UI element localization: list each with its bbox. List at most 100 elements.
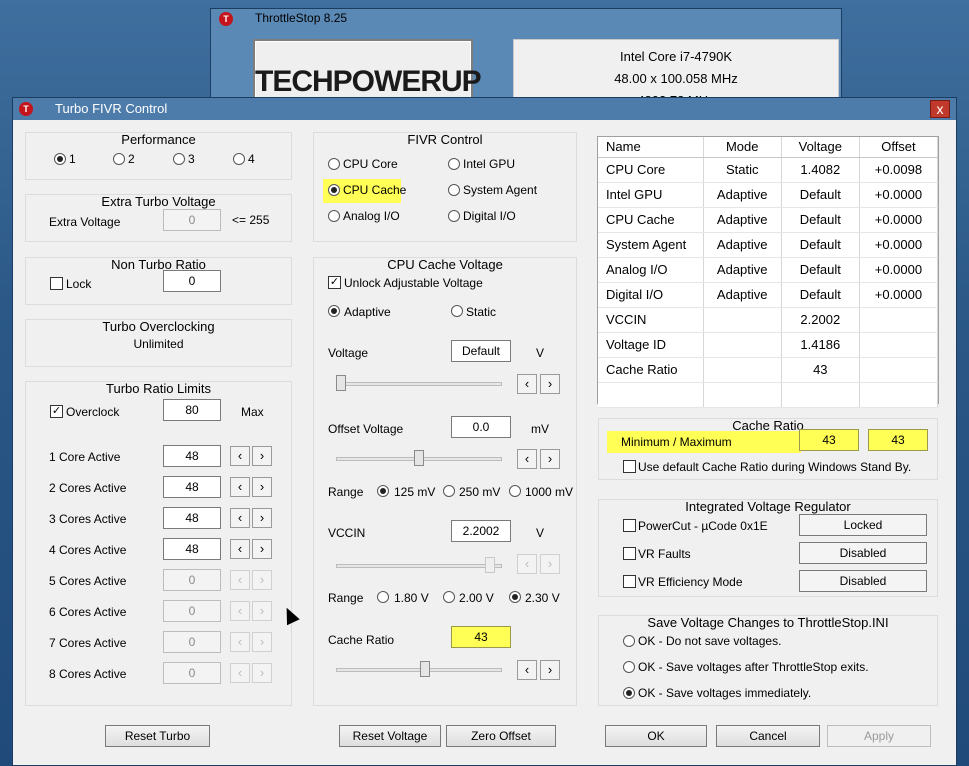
vccin-200-radio[interactable] (443, 591, 455, 603)
cache-ratio-slider-track[interactable] (336, 668, 502, 672)
voltage-decrease-button[interactable]: ‹ (517, 374, 537, 394)
core-ratio-field[interactable]: 0 (163, 631, 221, 653)
non-turbo-ratio-field[interactable]: 0 (163, 270, 221, 292)
save-voltage-title: Save Voltage Changes to ThrottleStop.INI (647, 615, 889, 630)
table-cell: CPU Cache (598, 207, 704, 233)
performance-radio-1[interactable] (54, 153, 66, 165)
core-ratio-field[interactable]: 0 (163, 600, 221, 622)
zero-offset-button[interactable]: Zero Offset (446, 725, 556, 747)
core-ratio-field[interactable]: 48 (163, 445, 221, 467)
core-ratio-increase-button[interactable]: › (252, 539, 272, 559)
core-ratio-increase-button[interactable]: › (252, 601, 272, 621)
range-250mv-radio[interactable] (443, 485, 455, 497)
cache-ratio-field[interactable]: 43 (451, 626, 511, 648)
performance-radio-3[interactable] (173, 153, 185, 165)
fivr-radio-system-agent[interactable] (448, 184, 460, 196)
table-row[interactable]: System Agent Adaptive Default +0.0000 (598, 232, 939, 258)
vr-faults-checkbox[interactable] (623, 547, 636, 560)
core-ratio-decrease-button[interactable]: ‹ (230, 508, 250, 528)
offset-slider-thumb[interactable] (414, 450, 424, 466)
extra-voltage-field[interactable]: 0 (163, 209, 221, 231)
vccin-slider-thumb[interactable] (485, 557, 495, 573)
table-row[interactable]: Digital I/O Adaptive Default +0.0000 (598, 282, 939, 308)
voltage-slider-track[interactable] (336, 382, 502, 386)
core-ratio-decrease-button[interactable]: ‹ (230, 477, 250, 497)
overclock-checkbox[interactable]: ✓ (50, 405, 63, 418)
offset-increase-button[interactable]: › (540, 449, 560, 469)
vccin-230-radio[interactable] (509, 591, 521, 603)
standby-checkbox[interactable] (623, 460, 636, 473)
save-immediately-radio[interactable] (623, 687, 635, 699)
table-row[interactable]: CPU Core Static 1.4082 +0.0098 (598, 157, 939, 183)
vccin-field[interactable]: 2.2002 (451, 520, 511, 542)
unlock-voltage-checkbox[interactable]: ✓ (328, 276, 341, 289)
dialog-titlebar[interactable]: T Turbo FIVR Control x (13, 98, 956, 120)
table-row[interactable]: VCCIN 2.2002 (598, 307, 939, 333)
ok-button[interactable]: OK (605, 725, 707, 747)
adaptive-radio[interactable] (328, 305, 340, 317)
fivr-radio-cpu-core[interactable] (328, 158, 340, 170)
table-row[interactable]: Intel GPU Adaptive Default +0.0000 (598, 182, 939, 208)
voltage-slider-thumb[interactable] (336, 375, 346, 391)
core-ratio-field[interactable]: 48 (163, 538, 221, 560)
fivr-radio-cpu-cache[interactable] (328, 184, 340, 196)
vccin-slider-track[interactable] (336, 564, 502, 568)
cache-ratio-max-field[interactable]: 43 (868, 429, 928, 451)
cache-ratio-decrease-button[interactable]: ‹ (517, 660, 537, 680)
column-header[interactable]: Name (598, 137, 704, 158)
reset-turbo-button[interactable]: Reset Turbo (105, 725, 210, 747)
vccin-decrease-button[interactable]: ‹ (517, 554, 537, 574)
max-ratio-field[interactable]: 80 (163, 399, 221, 421)
core-ratio-increase-button[interactable]: › (252, 446, 272, 466)
static-radio[interactable] (451, 305, 463, 317)
table-row[interactable]: Cache Ratio 43 (598, 357, 939, 383)
core-ratio-increase-button[interactable]: › (252, 632, 272, 652)
table-row[interactable]: Voltage ID 1.4186 (598, 332, 939, 358)
save-on-exit-radio[interactable] (623, 661, 635, 673)
range-1000mv-radio[interactable] (509, 485, 521, 497)
close-button[interactable]: x (930, 100, 950, 118)
vccin-increase-button[interactable]: › (540, 554, 560, 574)
fivr-radio-analog-io[interactable] (328, 210, 340, 222)
core-ratio-decrease-button[interactable]: ‹ (230, 632, 250, 652)
save-none-radio[interactable] (623, 635, 635, 647)
core-ratio-decrease-button[interactable]: ‹ (230, 663, 250, 683)
core-ratio-increase-button[interactable]: › (252, 570, 272, 590)
offset-decrease-button[interactable]: ‹ (517, 449, 537, 469)
column-header[interactable]: Voltage (781, 137, 860, 158)
vccin-180-radio[interactable] (377, 591, 389, 603)
reset-voltage-button[interactable]: Reset Voltage (339, 725, 441, 747)
cache-ratio-slider-thumb[interactable] (420, 661, 430, 677)
core-ratio-decrease-button[interactable]: ‹ (230, 539, 250, 559)
cache-ratio-min-field[interactable]: 43 (799, 429, 859, 451)
column-header[interactable]: Mode (703, 137, 782, 158)
core-ratio-increase-button[interactable]: › (252, 663, 272, 683)
performance-radio-4[interactable] (233, 153, 245, 165)
column-header[interactable]: Offset (859, 137, 939, 158)
apply-button[interactable]: Apply (827, 725, 931, 747)
core-ratio-decrease-button[interactable]: ‹ (230, 446, 250, 466)
table-row[interactable]: CPU Cache Adaptive Default +0.0000 (598, 207, 939, 233)
cache-ratio-increase-button[interactable]: › (540, 660, 560, 680)
voltage-field[interactable]: Default (451, 340, 511, 362)
core-ratio-decrease-button[interactable]: ‹ (230, 601, 250, 621)
voltage-increase-button[interactable]: › (540, 374, 560, 394)
core-ratio-decrease-button[interactable]: ‹ (230, 570, 250, 590)
table-row[interactable]: Analog I/O Adaptive Default +0.0000 (598, 257, 939, 283)
lock-checkbox[interactable] (50, 277, 63, 290)
powercut-checkbox[interactable] (623, 519, 636, 532)
offset-voltage-field[interactable]: 0.0 (451, 416, 511, 438)
vr-efficiency-checkbox[interactable] (623, 575, 636, 588)
core-ratio-field[interactable]: 0 (163, 569, 221, 591)
core-ratio-increase-button[interactable]: › (252, 508, 272, 528)
fivr-radio-digital-io[interactable] (448, 210, 460, 222)
performance-radio-2[interactable] (113, 153, 125, 165)
range-125mv-radio[interactable] (377, 485, 389, 497)
fivr-radio-intel-gpu[interactable] (448, 158, 460, 170)
powercut-status: Locked (799, 514, 927, 536)
core-ratio-increase-button[interactable]: › (252, 477, 272, 497)
core-ratio-field[interactable]: 0 (163, 662, 221, 684)
core-ratio-field[interactable]: 48 (163, 507, 221, 529)
cancel-button[interactable]: Cancel (716, 725, 820, 747)
core-ratio-field[interactable]: 48 (163, 476, 221, 498)
